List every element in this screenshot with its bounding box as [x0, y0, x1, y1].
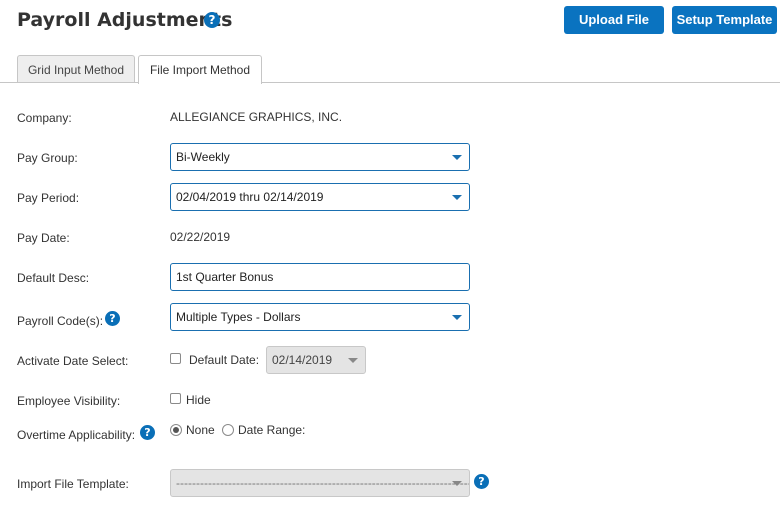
- help-icon[interactable]: ?: [105, 311, 120, 326]
- default-date-checkbox[interactable]: [170, 353, 181, 364]
- pay-period-value: 02/04/2019 thru 02/14/2019: [176, 190, 324, 204]
- employee-visibility-label: Employee Visibility:: [17, 394, 121, 408]
- company-label: Company:: [17, 111, 72, 125]
- import-template-label: Import File Template:: [17, 477, 129, 491]
- caret-down-icon: [452, 315, 462, 320]
- default-desc-input[interactable]: 1st Quarter Bonus: [170, 263, 470, 291]
- caret-down-icon: [452, 481, 462, 486]
- payroll-codes-select[interactable]: Multiple Types - Dollars: [170, 303, 470, 331]
- default-date-select: 02/14/2019: [266, 346, 366, 374]
- overtime-none-radio[interactable]: [170, 424, 182, 436]
- default-desc-value: 1st Quarter Bonus: [176, 270, 274, 284]
- import-template-value: ----------------------------------------…: [176, 476, 470, 490]
- tab-grid-input[interactable]: Grid Input Method: [17, 55, 135, 83]
- pay-group-value: Bi-Weekly: [176, 150, 230, 164]
- caret-down-icon: [348, 358, 358, 363]
- caret-down-icon: [452, 155, 462, 160]
- pay-period-select[interactable]: 02/04/2019 thru 02/14/2019: [170, 183, 470, 211]
- help-icon[interactable]: ?: [474, 474, 489, 489]
- hide-label: Hide: [186, 393, 211, 407]
- default-date-value: 02/14/2019: [272, 353, 333, 367]
- overtime-label: Overtime Applicability:: [17, 428, 136, 442]
- company-value: ALLEGIANCE GRAPHICS, INC.: [170, 110, 343, 124]
- overtime-date-range-label: Date Range:: [238, 423, 306, 437]
- activate-date-label: Activate Date Select:: [17, 354, 129, 368]
- default-desc-label: Default Desc:: [17, 271, 90, 285]
- help-icon[interactable]: ?: [204, 12, 220, 28]
- pay-date-value: 02/22/2019: [170, 230, 231, 244]
- payroll-codes-label: Payroll Code(s):: [17, 314, 104, 328]
- tab-file-import[interactable]: File Import Method: [138, 55, 262, 84]
- pay-date-label: Pay Date:: [17, 231, 70, 245]
- help-icon[interactable]: ?: [140, 425, 155, 440]
- pay-group-label: Pay Group:: [17, 151, 78, 165]
- tab-divider: [0, 82, 780, 83]
- upload-file-button[interactable]: Upload File: [564, 6, 664, 34]
- page-title: Payroll Adjustments: [17, 9, 233, 31]
- overtime-none-label: None: [186, 423, 215, 437]
- caret-down-icon: [452, 195, 462, 200]
- overtime-date-range-radio[interactable]: [222, 424, 234, 436]
- pay-period-label: Pay Period:: [17, 191, 80, 205]
- hide-checkbox[interactable]: [170, 393, 181, 404]
- default-date-label: Default Date:: [189, 353, 260, 367]
- pay-group-select[interactable]: Bi-Weekly: [170, 143, 470, 171]
- setup-template-button[interactable]: Setup Template: [672, 6, 777, 34]
- import-template-select: ----------------------------------------…: [170, 469, 470, 497]
- payroll-codes-value: Multiple Types - Dollars: [176, 310, 301, 324]
